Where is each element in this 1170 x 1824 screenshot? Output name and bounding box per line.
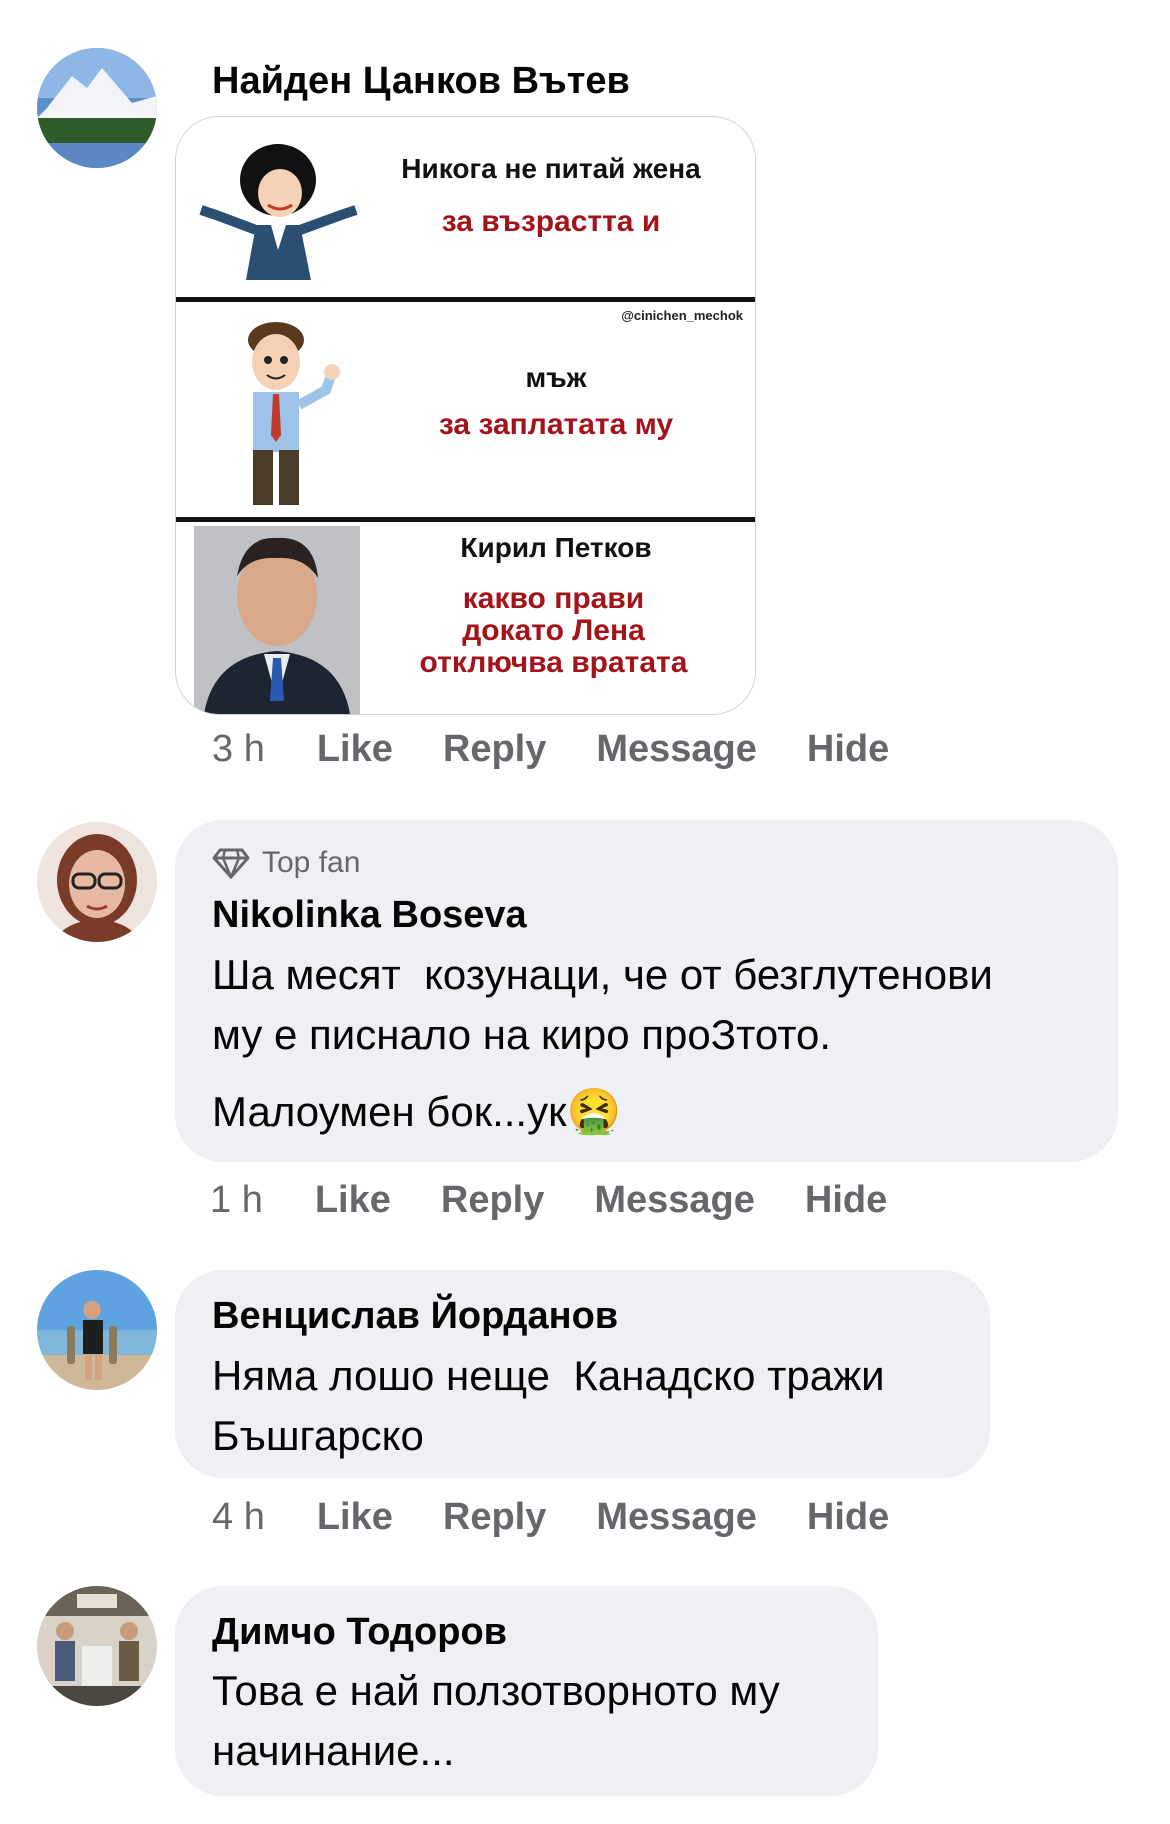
meme-text: Никога не питай жена: [401, 153, 701, 184]
comment-author[interactable]: Найден Цанков Вътев: [212, 60, 630, 103]
timestamp[interactable]: 4 h: [212, 1496, 265, 1539]
comment-text: Това е най ползотворното му: [212, 1667, 780, 1714]
politician-photo: [194, 526, 360, 714]
comment-text: начинание...: [212, 1727, 455, 1774]
hide-button[interactable]: Hide: [805, 1179, 887, 1222]
comment-actions: 1 h Like Reply Message Hide: [210, 1179, 887, 1222]
woman-cartoon-icon: [199, 144, 358, 280]
comment-actions: 3 h Like Reply Message Hide: [212, 728, 889, 771]
timestamp[interactable]: 1 h: [210, 1179, 263, 1222]
meme-text: мъж: [525, 362, 587, 393]
meme-text: какво прави: [462, 582, 645, 615]
reply-button[interactable]: Reply: [443, 1496, 546, 1539]
comment-text: Малоумен бок...ук: [212, 1088, 567, 1135]
like-button[interactable]: Like: [317, 728, 393, 771]
watermark: @cinichen_mechok: [621, 308, 743, 323]
comment-text: му е писнало на киро проЗтото.: [212, 1011, 832, 1058]
avatar[interactable]: [37, 1270, 157, 1390]
reply-button[interactable]: Reply: [443, 728, 546, 771]
meme-text: Кирил Петков: [460, 532, 652, 563]
badge-label: Top fan: [262, 846, 361, 879]
like-button[interactable]: Like: [317, 1496, 393, 1539]
comment-author[interactable]: Димчо Тодоров: [212, 1611, 507, 1654]
vomit-emoji-icon: 🤮: [566, 1087, 622, 1136]
message-button[interactable]: Message: [594, 1179, 755, 1222]
diamond-icon: [212, 848, 250, 879]
timestamp[interactable]: 3 h: [212, 728, 265, 771]
comment-actions: 4 h Like Reply Message Hide: [212, 1496, 889, 1539]
comment-author[interactable]: Венцислав Йорданов: [212, 1295, 618, 1338]
message-button[interactable]: Message: [596, 1496, 757, 1539]
avatar[interactable]: [37, 1586, 157, 1706]
avatar[interactable]: [37, 48, 157, 168]
comment-author[interactable]: Nikolinka Boseva: [212, 894, 527, 937]
top-fan-badge: Top fan: [212, 846, 360, 880]
comment-text-line: Малоумен бок...ук 🤮: [212, 1082, 621, 1142]
meme-text: за възрастта и: [441, 205, 661, 238]
meme-text: отключва вратата: [419, 646, 688, 679]
hide-button[interactable]: Hide: [807, 728, 889, 771]
message-button[interactable]: Message: [596, 728, 757, 771]
man-cartoon-icon: [248, 322, 340, 505]
comment-text: Няма лошо неще Канадско тражи: [212, 1352, 885, 1399]
meme-text: за заплатата му: [438, 408, 674, 441]
reply-button[interactable]: Reply: [441, 1179, 544, 1222]
hide-button[interactable]: Hide: [807, 1496, 889, 1539]
avatar[interactable]: [37, 822, 157, 942]
meme-image[interactable]: Никога не питай жена за възрастта и @cin…: [175, 116, 756, 715]
comment-text: Бъшгарско: [212, 1412, 424, 1459]
meme-text: докато Лена: [462, 614, 645, 647]
comment-text: Ша месят козунаци, че от безглутенови: [212, 951, 993, 998]
like-button[interactable]: Like: [315, 1179, 391, 1222]
